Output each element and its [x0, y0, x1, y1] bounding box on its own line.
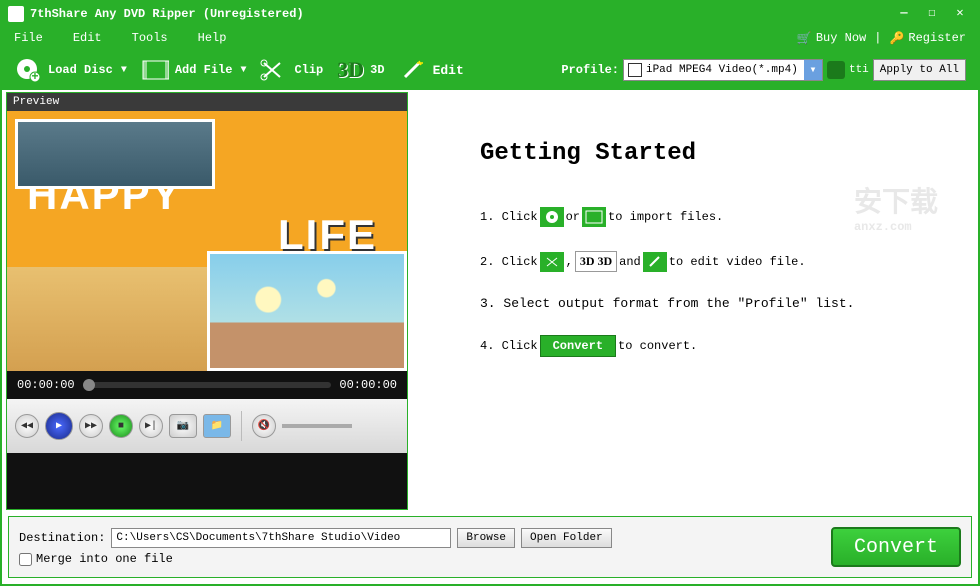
dropdown-arrow-icon: ▾ [804, 60, 822, 80]
format-icon [628, 63, 642, 77]
merge-checkbox[interactable] [19, 553, 32, 566]
add-file-button[interactable]: Add File ▼ [141, 58, 247, 82]
minimize-button[interactable]: — [892, 6, 916, 22]
disc-icon: + [14, 58, 42, 82]
cart-icon: 🛒 [797, 31, 812, 46]
wand-icon [643, 252, 667, 272]
stop-button[interactable]: ■ [109, 414, 133, 438]
merge-checkbox-row[interactable]: Merge into one file [19, 552, 612, 566]
edit-button[interactable]: Edit [399, 58, 464, 82]
3d-icon: 3D [337, 57, 364, 83]
convert-mini-button: Convert [540, 335, 616, 357]
menu-edit[interactable]: Edit [73, 31, 102, 45]
getting-started-panel: 安下载 anxz.com Getting Started 1. Click or… [410, 90, 978, 512]
seek-slider[interactable] [83, 382, 332, 388]
convert-button[interactable]: Convert [831, 527, 961, 567]
getting-started-title: Getting Started [480, 140, 948, 167]
profile-select[interactable]: iPad MPEG4 Video(*.mp4) ▾ [623, 59, 823, 81]
3d-button[interactable]: 3D 3D [337, 57, 384, 83]
maximize-button[interactable]: ☐ [920, 6, 944, 22]
window-title: 7thShare Any DVD Ripper (Unregistered) [30, 7, 892, 21]
menu-tools[interactable]: Tools [132, 31, 168, 45]
register-button[interactable]: 🔑 Register [889, 31, 966, 46]
step-button[interactable]: ▶| [139, 414, 163, 438]
destination-label: Destination: [19, 531, 105, 545]
time-current: 00:00:00 [17, 378, 75, 392]
film-icon [582, 207, 606, 227]
folder-button[interactable]: 📁 [203, 414, 231, 438]
wand-icon [399, 58, 427, 82]
preview-panel: Preview 00:00:00 00:00:00 ◀◀ ▶ ▶▶ ■ ▶| 📷… [6, 92, 408, 510]
step-3: 3. Select output format from the "Profil… [480, 296, 948, 311]
destination-input[interactable] [111, 528, 451, 548]
snapshot-button[interactable]: 📷 [169, 414, 197, 438]
buy-now-button[interactable]: 🛒 Buy Now [797, 31, 866, 46]
step-2: 2. Click , 3D 3D and to edit video file. [480, 251, 948, 272]
titlebar: 7thShare Any DVD Ripper (Unregistered) —… [2, 2, 978, 26]
mute-button[interactable]: 🔇 [252, 414, 276, 438]
tti-label: tti [849, 64, 869, 76]
menubar: File Edit Tools Help 🛒 Buy Now | 🔑 Regis… [2, 26, 978, 50]
volume-slider[interactable] [282, 424, 352, 428]
bottom-bar: Destination: Browse Open Folder Merge in… [8, 516, 972, 578]
menu-file[interactable]: File [14, 31, 43, 45]
dropdown-arrow-icon: ▼ [121, 65, 127, 76]
profile-label: Profile: [561, 63, 619, 77]
dropdown-arrow-icon: ▼ [240, 65, 246, 76]
player-controls: ◀◀ ▶ ▶▶ ■ ▶| 📷 📁 🔇 [7, 399, 407, 453]
menu-help[interactable]: Help [198, 31, 227, 45]
open-folder-button[interactable]: Open Folder [521, 528, 612, 548]
preview-header: Preview [7, 93, 407, 111]
disc-icon [540, 207, 564, 227]
app-icon [8, 6, 24, 22]
time-total: 00:00:00 [339, 378, 397, 392]
scissors-icon [540, 252, 564, 272]
3d-icon: 3D 3D [575, 251, 617, 272]
prev-button[interactable]: ◀◀ [15, 414, 39, 438]
close-button[interactable]: ✕ [948, 6, 972, 22]
key-icon: 🔑 [889, 31, 904, 46]
svg-text:+: + [31, 70, 38, 83]
toolbar: + Load Disc ▼ Add File ▼ Clip 3D 3D Edit… [2, 50, 978, 90]
time-bar: 00:00:00 00:00:00 [7, 371, 407, 399]
next-button[interactable]: ▶▶ [79, 414, 103, 438]
film-icon [141, 58, 169, 82]
apply-to-all-button[interactable]: Apply to All [873, 59, 966, 81]
preview-image [7, 111, 407, 371]
play-button[interactable]: ▶ [45, 412, 73, 440]
load-disc-button[interactable]: + Load Disc ▼ [14, 58, 127, 82]
scissors-icon [260, 58, 288, 82]
step-1: 1. Click or to import files. [480, 207, 948, 227]
settings-icon[interactable] [827, 61, 845, 79]
step-4: 4. Click Convert to convert. [480, 335, 948, 357]
clip-button[interactable]: Clip [260, 58, 323, 82]
browse-button[interactable]: Browse [457, 528, 515, 548]
